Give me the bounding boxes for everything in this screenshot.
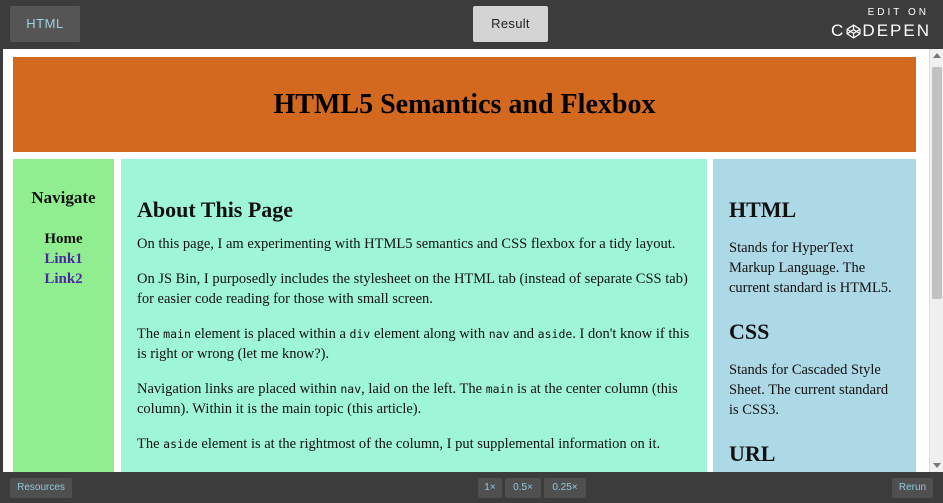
edit-on-codepen-link[interactable]: EDIT ON C DEPEN <box>831 6 931 42</box>
content-columns: Navigate Home Link1 Link2 About This Pag… <box>13 159 916 472</box>
vertical-scrollbar[interactable] <box>929 49 943 472</box>
nav-column: Navigate Home Link1 Link2 <box>13 159 114 472</box>
aside-heading-html: HTML <box>729 197 797 222</box>
p5-text-1: The <box>137 436 164 452</box>
p3-text-1: The <box>137 326 164 342</box>
aside-heading-url: URL <box>729 441 776 466</box>
nav-item-link1[interactable]: Link1 <box>13 249 114 269</box>
main-paragraph-4: Navigation links are placed within nav, … <box>137 379 691 419</box>
p4-text-2: , laid on the left. The <box>361 381 486 397</box>
editor-bottom-bar: Resources 1× 0.5× 0.25× Rerun <box>0 472 943 503</box>
result-tab-button[interactable]: Result <box>473 6 548 42</box>
codepen-brand-left: C <box>831 21 846 40</box>
p4-code-nav: nav <box>340 382 362 396</box>
p3-code-nav: nav <box>488 327 510 341</box>
nav-link-link2[interactable]: Link2 <box>44 271 82 287</box>
result-frame[interactable]: HTML5 Semantics and Flexbox Navigate Hom… <box>3 49 943 472</box>
nav-link-link1[interactable]: Link1 <box>44 251 82 267</box>
main-heading: About This Page <box>137 197 294 222</box>
nav-heading: Navigate <box>31 188 96 207</box>
p3-code-aside: aside <box>537 327 573 341</box>
aside-text-html: Stands for HyperText Markup Language. Th… <box>729 240 892 296</box>
p4-text-1: Navigation links are placed within <box>137 381 341 397</box>
aside-column: HTML Stands for HyperText Markup Languag… <box>713 159 916 472</box>
codepen-logo: C DEPEN <box>831 20 931 42</box>
scroll-up-arrow-icon[interactable] <box>933 53 941 58</box>
p3-text-4: and <box>509 326 538 342</box>
nav-item-link2[interactable]: Link2 <box>13 269 114 289</box>
p3-text-2: element is placed within a <box>190 326 350 342</box>
p3-code-main: main <box>163 327 191 341</box>
rerun-button[interactable]: Rerun <box>892 478 933 498</box>
main-column: About This Page On this page, I am exper… <box>121 159 707 472</box>
aside-text-css: Stands for Cascaded Style Sheet. The cur… <box>729 362 889 418</box>
zoom-05x-button[interactable]: 0.5× <box>505 478 541 498</box>
page-header: HTML5 Semantics and Flexbox <box>13 57 916 152</box>
html-tab-button[interactable]: HTML <box>10 6 80 42</box>
codepen-brand-right: DEPEN <box>862 21 931 40</box>
preview-page: HTML5 Semantics and Flexbox Navigate Hom… <box>13 57 916 472</box>
p3-code-div: div <box>349 327 371 341</box>
editor-top-bar: HTML Result EDIT ON C DEPEN <box>0 0 943 49</box>
main-paragraph-5: The aside element is at the rightmost of… <box>137 434 691 454</box>
zoom-025x-button[interactable]: 0.25× <box>544 478 586 498</box>
edit-on-label: EDIT ON <box>867 7 929 18</box>
aside-heading-css: CSS <box>729 319 770 344</box>
main-paragraph-1: On this page, I am experimenting with HT… <box>137 236 676 252</box>
main-paragraph-2: On JS Bin, I purposedly includes the sty… <box>137 271 688 307</box>
nav-item-home: Home <box>44 231 83 247</box>
p5-text-2: element is at the rightmost of the colum… <box>197 436 661 452</box>
nav-list: Home Link1 Link2 <box>13 229 114 289</box>
page-title: HTML5 Semantics and Flexbox <box>273 88 656 120</box>
main-paragraph-3: The main element is placed within a div … <box>137 324 691 364</box>
p4-code-main: main <box>485 382 514 396</box>
codepen-cube-icon <box>846 23 861 39</box>
p3-text-3: element along with <box>370 326 489 342</box>
p5-code-aside: aside <box>163 437 198 451</box>
resources-button[interactable]: Resources <box>10 478 72 498</box>
scroll-down-arrow-icon[interactable] <box>933 463 941 468</box>
zoom-1x-button[interactable]: 1× <box>478 478 502 498</box>
scrollbar-thumb[interactable] <box>932 67 942 299</box>
